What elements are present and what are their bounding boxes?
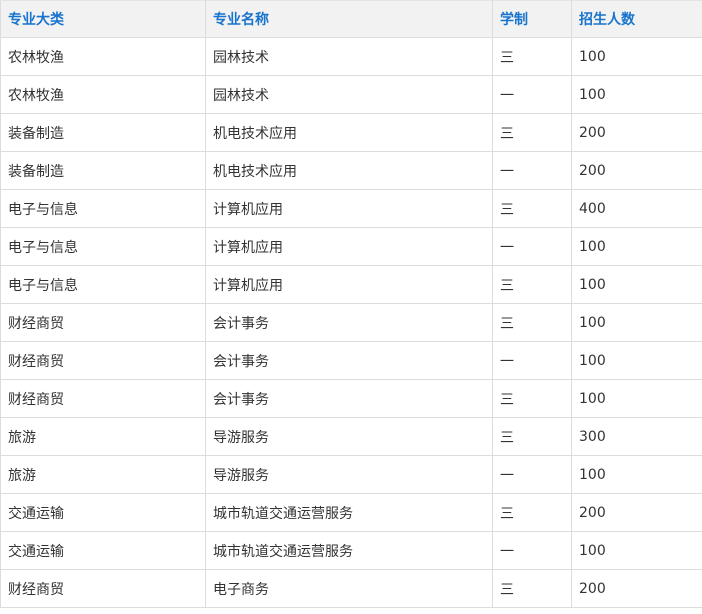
table-row: 电子与信息 计算机应用三 400	[0, 189, 702, 228]
cell-major-category: 财经商贸	[0, 303, 206, 342]
cell-enrollment-count: 100	[571, 341, 702, 380]
table-body: 农林牧渔 园林技术三 100 农林牧渔 园林技术一 100 装备制造 机电技术应用三 200 装备…	[0, 37, 702, 608]
table-row: 电子与信息 计算机应用三 100	[0, 265, 702, 304]
cell-major-category: 财经商贸	[0, 379, 206, 418]
cell-major-category: 交通运输	[0, 531, 206, 570]
table-row: 装备制造 机电技术应用三 200	[0, 113, 702, 152]
cell-major-category: 农林牧渔	[0, 37, 206, 76]
table-row: 财经商贸 会计事务三 100	[0, 379, 702, 418]
cell-enrollment-count: 100	[571, 75, 702, 114]
table-row: 农林牧渔 园林技术一 100	[0, 75, 702, 114]
table-row: 财经商贸 会计事务三 100	[0, 303, 702, 342]
cell-major-name: 机电技术应用	[205, 113, 493, 152]
cell-study-length: 三	[492, 37, 572, 76]
cell-study-length: 三	[492, 113, 572, 152]
cell-study-length: 三	[492, 417, 572, 456]
table-row: 交通运输 城市轨道交通运营服务一 100	[0, 531, 702, 570]
cell-major-name: 计算机应用	[205, 189, 493, 228]
cell-enrollment-count: 200	[571, 493, 702, 532]
cell-study-length: 一	[492, 227, 572, 266]
cell-study-length: 一	[492, 151, 572, 190]
cell-major-category: 财经商贸	[0, 341, 206, 380]
cell-enrollment-count: 100	[571, 227, 702, 266]
enrollment-table: 专业大类 专业名称 学制 招生人数 农林牧渔 园林技术三 100 农林牧渔 园林技术一 1…	[0, 0, 702, 608]
table-row: 电子与信息 计算机应用一 100	[0, 227, 702, 266]
cell-major-name: 会计事务	[205, 303, 493, 342]
cell-major-name: 园林技术	[205, 37, 493, 76]
cell-study-length: 一	[492, 341, 572, 380]
cell-major-name: 会计事务	[205, 341, 493, 380]
cell-major-category: 装备制造	[0, 113, 206, 152]
cell-enrollment-count: 100	[571, 531, 702, 570]
cell-major-name: 城市轨道交通运营服务	[205, 493, 493, 532]
cell-study-length: 三	[492, 265, 572, 304]
cell-study-length: 三	[492, 569, 572, 608]
cell-major-name: 电子商务	[205, 569, 493, 608]
cell-study-length: 一	[492, 531, 572, 570]
header-study-length: 学制	[492, 0, 572, 38]
cell-study-length: 三	[492, 189, 572, 228]
table-row: 财经商贸 电子商务三 200	[0, 569, 702, 608]
cell-major-category: 电子与信息	[0, 227, 206, 266]
cell-major-category: 交通运输	[0, 493, 206, 532]
table-header: 专业大类 专业名称 学制 招生人数	[0, 0, 702, 38]
cell-enrollment-count: 100	[571, 455, 702, 494]
cell-major-name: 导游服务	[205, 417, 493, 456]
cell-major-category: 旅游	[0, 455, 206, 494]
table-row: 旅游 导游服务一 100	[0, 455, 702, 494]
cell-major-category: 旅游	[0, 417, 206, 456]
header-enrollment-count: 招生人数	[571, 0, 702, 38]
cell-study-length: 三	[492, 303, 572, 342]
cell-study-length: 三	[492, 493, 572, 532]
cell-study-length: 三	[492, 379, 572, 418]
cell-major-name: 城市轨道交通运营服务	[205, 531, 493, 570]
cell-major-name: 会计事务	[205, 379, 493, 418]
cell-major-name: 计算机应用	[205, 227, 493, 266]
cell-enrollment-count: 300	[571, 417, 702, 456]
cell-enrollment-count: 100	[571, 37, 702, 76]
cell-study-length: 一	[492, 75, 572, 114]
cell-major-category: 财经商贸	[0, 569, 206, 608]
cell-major-name: 园林技术	[205, 75, 493, 114]
cell-major-category: 电子与信息	[0, 189, 206, 228]
table-row: 农林牧渔 园林技术三 100	[0, 37, 702, 76]
header-major-category: 专业大类	[0, 0, 206, 38]
table-row: 旅游 导游服务三 300	[0, 417, 702, 456]
cell-major-category: 电子与信息	[0, 265, 206, 304]
cell-major-category: 农林牧渔	[0, 75, 206, 114]
table-row: 装备制造 机电技术应用一 200	[0, 151, 702, 190]
cell-enrollment-count: 200	[571, 113, 702, 152]
table-row: 交通运输 城市轨道交通运营服务三 200	[0, 493, 702, 532]
cell-major-name: 导游服务	[205, 455, 493, 494]
cell-enrollment-count: 400	[571, 189, 702, 228]
cell-study-length: 一	[492, 455, 572, 494]
cell-enrollment-count: 200	[571, 151, 702, 190]
cell-major-category: 装备制造	[0, 151, 206, 190]
cell-enrollment-count: 100	[571, 379, 702, 418]
header-major-name: 专业名称	[205, 0, 493, 38]
cell-enrollment-count: 200	[571, 569, 702, 608]
cell-major-name: 计算机应用	[205, 265, 493, 304]
table-row: 财经商贸 会计事务一 100	[0, 341, 702, 380]
cell-enrollment-count: 100	[571, 303, 702, 342]
header-row: 专业大类 专业名称 学制 招生人数	[0, 0, 702, 38]
cell-enrollment-count: 100	[571, 265, 702, 304]
cell-major-name: 机电技术应用	[205, 151, 493, 190]
